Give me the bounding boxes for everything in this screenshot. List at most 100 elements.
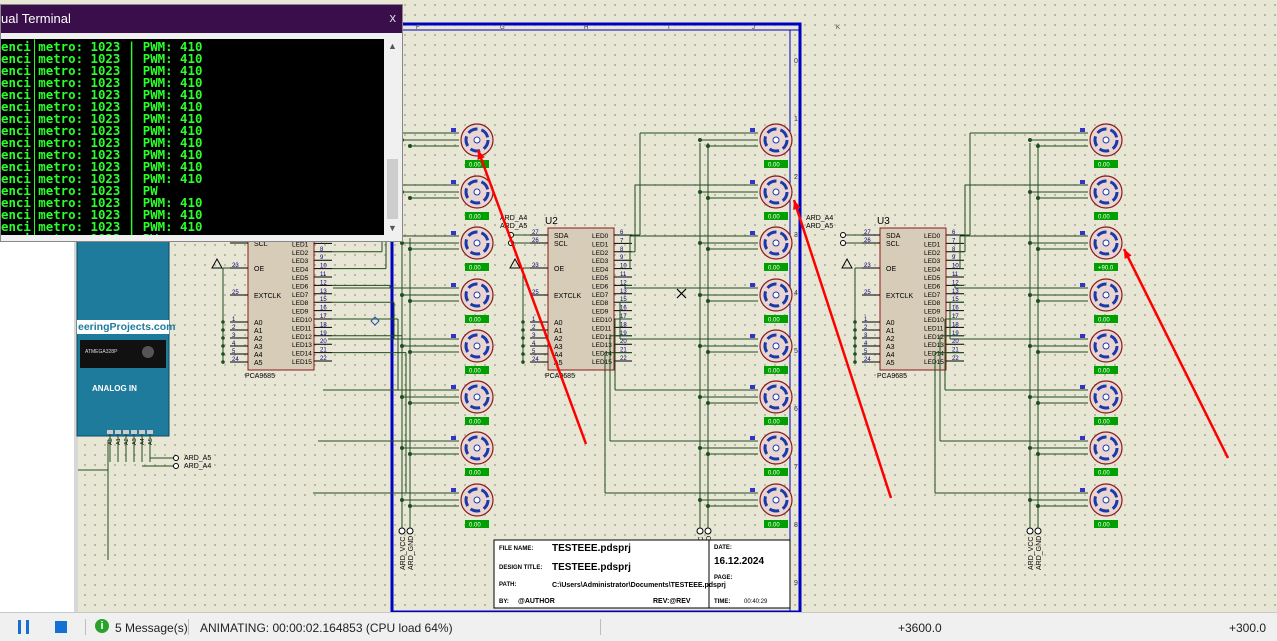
chip-pin-number: 12 bbox=[320, 280, 327, 286]
terminal-scrollbar[interactable]: ▲ ▼ bbox=[385, 39, 400, 235]
chip-pin-name: SDA bbox=[886, 233, 901, 240]
probe-marker bbox=[370, 316, 380, 326]
pause-icon[interactable] bbox=[18, 620, 21, 634]
servo-readout-value: 0.00 bbox=[469, 266, 481, 272]
chip-pin-name: LED9 bbox=[592, 309, 609, 316]
column-letter: F bbox=[416, 25, 420, 31]
servo-readout-value: 0.00 bbox=[469, 523, 481, 529]
arduino-pin bbox=[115, 430, 121, 434]
chip-pin-name: LED14 bbox=[292, 351, 312, 358]
chip-pin-name: A1 bbox=[554, 328, 563, 335]
divider bbox=[188, 619, 189, 635]
title-block-value: TESTEEE.pdsprj bbox=[552, 543, 631, 554]
wire-junction bbox=[698, 293, 702, 297]
servo-hub bbox=[473, 393, 481, 401]
wire-junction bbox=[408, 504, 412, 508]
chip-pin-name: A4 bbox=[254, 352, 263, 359]
animation-status: ANIMATING: 00:00:02.164853 (CPU load 64%… bbox=[200, 621, 453, 635]
chip-pin-name: LED8 bbox=[924, 300, 941, 307]
servo-hub bbox=[1102, 342, 1110, 350]
chip-pin-number: 22 bbox=[320, 356, 327, 362]
net-terminal bbox=[1034, 527, 1042, 535]
wire-junction bbox=[706, 196, 710, 200]
scroll-down-icon[interactable]: ▼ bbox=[388, 223, 397, 233]
servo-readout-value: 0.00 bbox=[768, 266, 780, 272]
chip-pin-name: LED9 bbox=[924, 309, 941, 316]
column-letter: G bbox=[500, 25, 505, 31]
net-terminal bbox=[840, 240, 846, 246]
terminal-screen[interactable]: enci│metro: 1023 | PWM: 410 enci│metro: … bbox=[1, 39, 384, 235]
servo-readout-value: 0.00 bbox=[469, 163, 481, 169]
chip-pin-number: 13 bbox=[320, 289, 327, 295]
info-icon[interactable]: i bbox=[95, 619, 109, 633]
servo-hub bbox=[473, 291, 481, 299]
wire-junction bbox=[1028, 190, 1032, 194]
chip-pin-name: LED14 bbox=[924, 351, 944, 358]
wire-junction bbox=[408, 350, 412, 354]
wire-junction bbox=[408, 452, 412, 456]
terminal-title: ual Terminal bbox=[1, 11, 71, 26]
pin-marker bbox=[750, 231, 755, 235]
wire-junction bbox=[1036, 299, 1040, 303]
net-terminal bbox=[704, 527, 712, 535]
wire-junction bbox=[400, 498, 404, 502]
column-letter: J bbox=[752, 25, 755, 31]
scroll-thumb[interactable] bbox=[387, 159, 398, 219]
servo-hub bbox=[1102, 496, 1110, 504]
chip-pin-name: EXTCLK bbox=[886, 293, 914, 300]
chip-pin-name: LED4 bbox=[924, 267, 941, 274]
servo-readout-value: 0.00 bbox=[768, 523, 780, 529]
chip-pin-name: A0 bbox=[254, 320, 263, 327]
chip-pin-name: LED1 bbox=[292, 241, 309, 248]
chip-pin-number: 20 bbox=[620, 339, 627, 345]
arduino-pin bbox=[147, 430, 153, 434]
wire-junction bbox=[408, 401, 412, 405]
net-terminal bbox=[696, 527, 704, 535]
stop-icon[interactable] bbox=[55, 621, 67, 633]
title-block-label: TIME: bbox=[714, 599, 730, 605]
scroll-up-icon[interactable]: ▲ bbox=[388, 41, 397, 51]
chip-pin-number: 18 bbox=[320, 322, 327, 328]
net-terminal bbox=[173, 463, 179, 469]
chip-part-name: PCA9685 bbox=[245, 373, 275, 380]
servo-readout-value: 0.00 bbox=[768, 471, 780, 477]
net-terminal bbox=[1026, 527, 1034, 535]
chip-pin-number: 11 bbox=[620, 272, 627, 278]
servo-readout-value: 0.00 bbox=[768, 215, 780, 221]
servo-readout-value: 0.00 bbox=[1098, 163, 1110, 169]
chip-pin-number: 20 bbox=[952, 339, 959, 345]
chip-pin-name: A2 bbox=[254, 336, 263, 343]
chip-pin-number: 20 bbox=[320, 339, 327, 345]
chip-pin-name: LED11 bbox=[924, 325, 944, 332]
arduino-pin-label: A2 bbox=[124, 438, 130, 445]
virtual-terminal-window[interactable]: ual Terminal x enci│metro: 1023 | PWM: 4… bbox=[0, 4, 403, 242]
pin-marker bbox=[1080, 283, 1085, 287]
wire-junction bbox=[698, 344, 702, 348]
chip-pin-name: LED5 bbox=[924, 275, 941, 282]
close-icon[interactable]: x bbox=[390, 10, 397, 25]
chip-pin-name: LED7 bbox=[292, 292, 309, 299]
servo-readout-value: 0.00 bbox=[469, 318, 481, 324]
servo-hub bbox=[473, 239, 481, 247]
chip-pin-number: 22 bbox=[952, 356, 959, 362]
servo-readout-value: 0.00 bbox=[469, 420, 481, 426]
chip-pin-name: LED10 bbox=[292, 317, 312, 324]
chip-pin-name: LED4 bbox=[592, 267, 609, 274]
chip-pin-name: LED9 bbox=[292, 309, 309, 316]
wire-junction bbox=[1028, 344, 1032, 348]
terminal-titlebar[interactable]: ual Terminal x bbox=[1, 5, 402, 33]
arduino-chip-text: ATMEGA328P bbox=[85, 349, 118, 355]
chip-pin-number: 13 bbox=[952, 289, 959, 295]
chip-pin-name: SCL bbox=[554, 241, 568, 248]
title-block-label: PAGE: bbox=[714, 575, 733, 581]
messages-count[interactable]: 5 Message(s) bbox=[115, 621, 188, 635]
chip-pin-number: 27 bbox=[864, 230, 871, 236]
wire-junction bbox=[706, 247, 710, 251]
chip-pin-number: 18 bbox=[620, 322, 627, 328]
servo-readout-value: 0.00 bbox=[1098, 369, 1110, 375]
arduino-pin-label: A1 bbox=[116, 438, 122, 445]
net-label-ard-a5: ARD_A5 bbox=[806, 223, 833, 230]
chip-pin-number: 10 bbox=[620, 264, 627, 270]
chip-part-name: PCA9685 bbox=[877, 373, 907, 380]
servo-readout-value: 0.00 bbox=[469, 471, 481, 477]
